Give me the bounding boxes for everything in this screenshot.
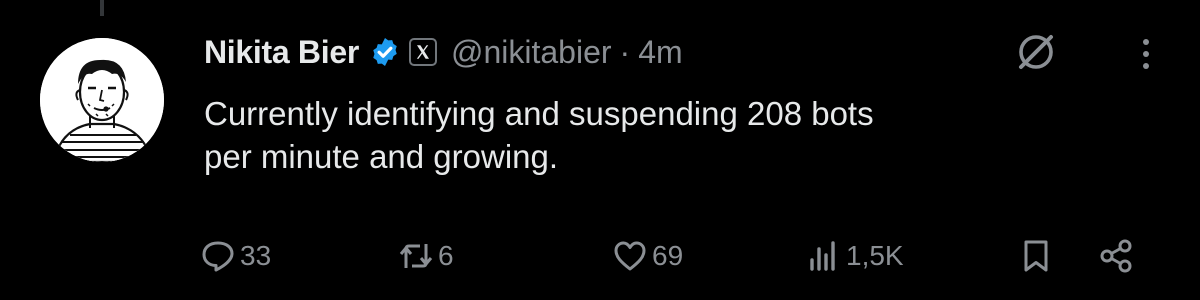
views-icon [810, 241, 835, 271]
view-count: 1,5K [846, 240, 904, 271]
verified-badge-icon[interactable] [369, 36, 401, 68]
x-logo-icon[interactable] [408, 38, 437, 66]
bookmark-icon [1024, 240, 1048, 272]
bookmark-button[interactable] [1018, 232, 1054, 280]
like-count: 69 [652, 240, 684, 271]
timestamp[interactable]: 4m [638, 34, 682, 71]
separator-dot: · [619, 33, 631, 70]
like-icon [614, 241, 646, 271]
tweet-text-line-1: Currently identifying and suspending 208… [204, 95, 874, 132]
repost-count: 6 [438, 240, 454, 271]
author-display-name[interactable]: Nikita Bier [204, 34, 359, 71]
repost-icon [399, 244, 433, 268]
thread-connector-line [100, 0, 104, 16]
avatar-portrait [40, 38, 164, 162]
repost-button[interactable]: 6 [398, 232, 454, 280]
reply-count: 33 [240, 240, 272, 271]
grok-icon[interactable] [1012, 28, 1060, 76]
more-options-icon[interactable] [1126, 34, 1166, 74]
tweet-text-line-2: per minute and growing. [204, 138, 559, 175]
tweet-header: Nikita Bier @nikitabier · 4m [204, 30, 683, 74]
share-icon [1100, 239, 1132, 273]
reply-button[interactable]: 33 [200, 232, 271, 280]
reply-icon [202, 241, 234, 272]
like-button[interactable]: 69 [612, 232, 683, 280]
author-handle[interactable]: @nikitabier [451, 34, 612, 71]
share-button[interactable] [1098, 232, 1134, 280]
tweet-actions-bar: 33 6 69 1,5K [0, 232, 1200, 280]
avatar[interactable] [40, 38, 164, 162]
views-button[interactable]: 1,5K [806, 232, 904, 280]
tweet-text: Currently identifying and suspending 208… [204, 92, 1164, 178]
